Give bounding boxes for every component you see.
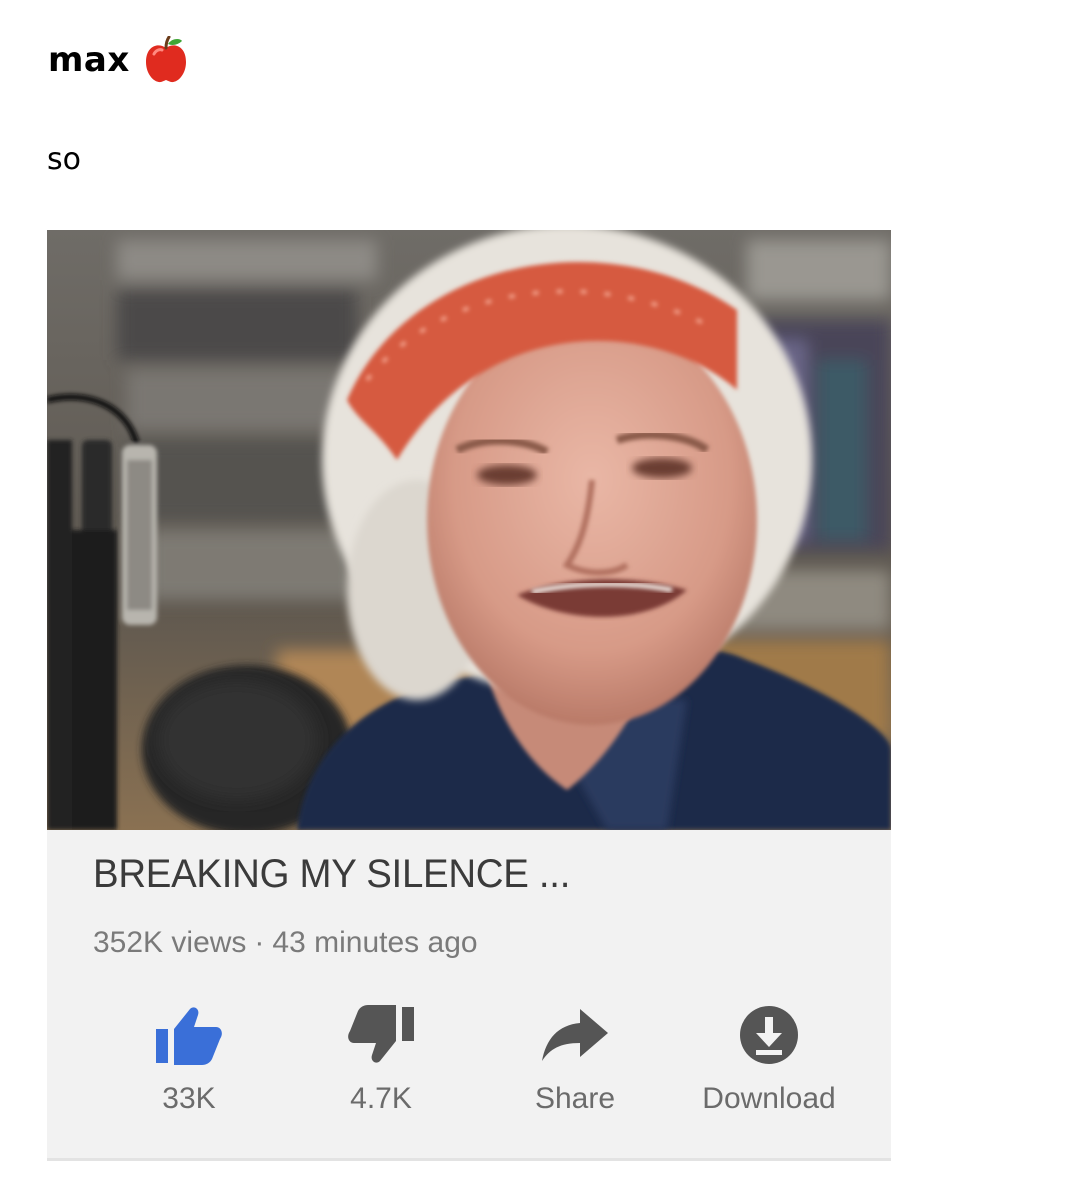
video-meta: 352K views · 43 minutes ago (93, 926, 478, 960)
apple-icon (144, 35, 188, 84)
dislike-count: 4.7K (350, 1082, 412, 1115)
share-button[interactable]: Share (495, 1000, 655, 1116)
dislike-button[interactable]: 4.7K (301, 1000, 461, 1116)
video-card[interactable]: BREAKING MY SILENCE ... 352K views · 43 … (47, 230, 891, 1161)
download-button[interactable]: Download (689, 1000, 849, 1116)
video-title[interactable]: BREAKING MY SILENCE ... (93, 852, 570, 897)
thumbs-down-icon (346, 1000, 416, 1070)
download-icon (734, 1000, 804, 1070)
share-arrow-icon (540, 1000, 610, 1070)
view-count: 352K views (93, 926, 247, 959)
like-count: 33K (162, 1082, 216, 1115)
action-bar: 33K 4.7K Share Download (47, 1000, 891, 1120)
share-label: Share (534, 1082, 616, 1115)
like-button[interactable]: 33K (109, 1000, 269, 1116)
thumbs-up-icon (154, 1000, 224, 1070)
upload-age: 43 minutes ago (272, 926, 478, 959)
video-thumbnail[interactable] (47, 230, 891, 830)
download-label: Download (702, 1082, 836, 1115)
post-text: so (47, 142, 81, 177)
username[interactable]: max (48, 40, 130, 80)
post-header: max (48, 35, 188, 84)
meta-separator: · (254, 926, 265, 959)
